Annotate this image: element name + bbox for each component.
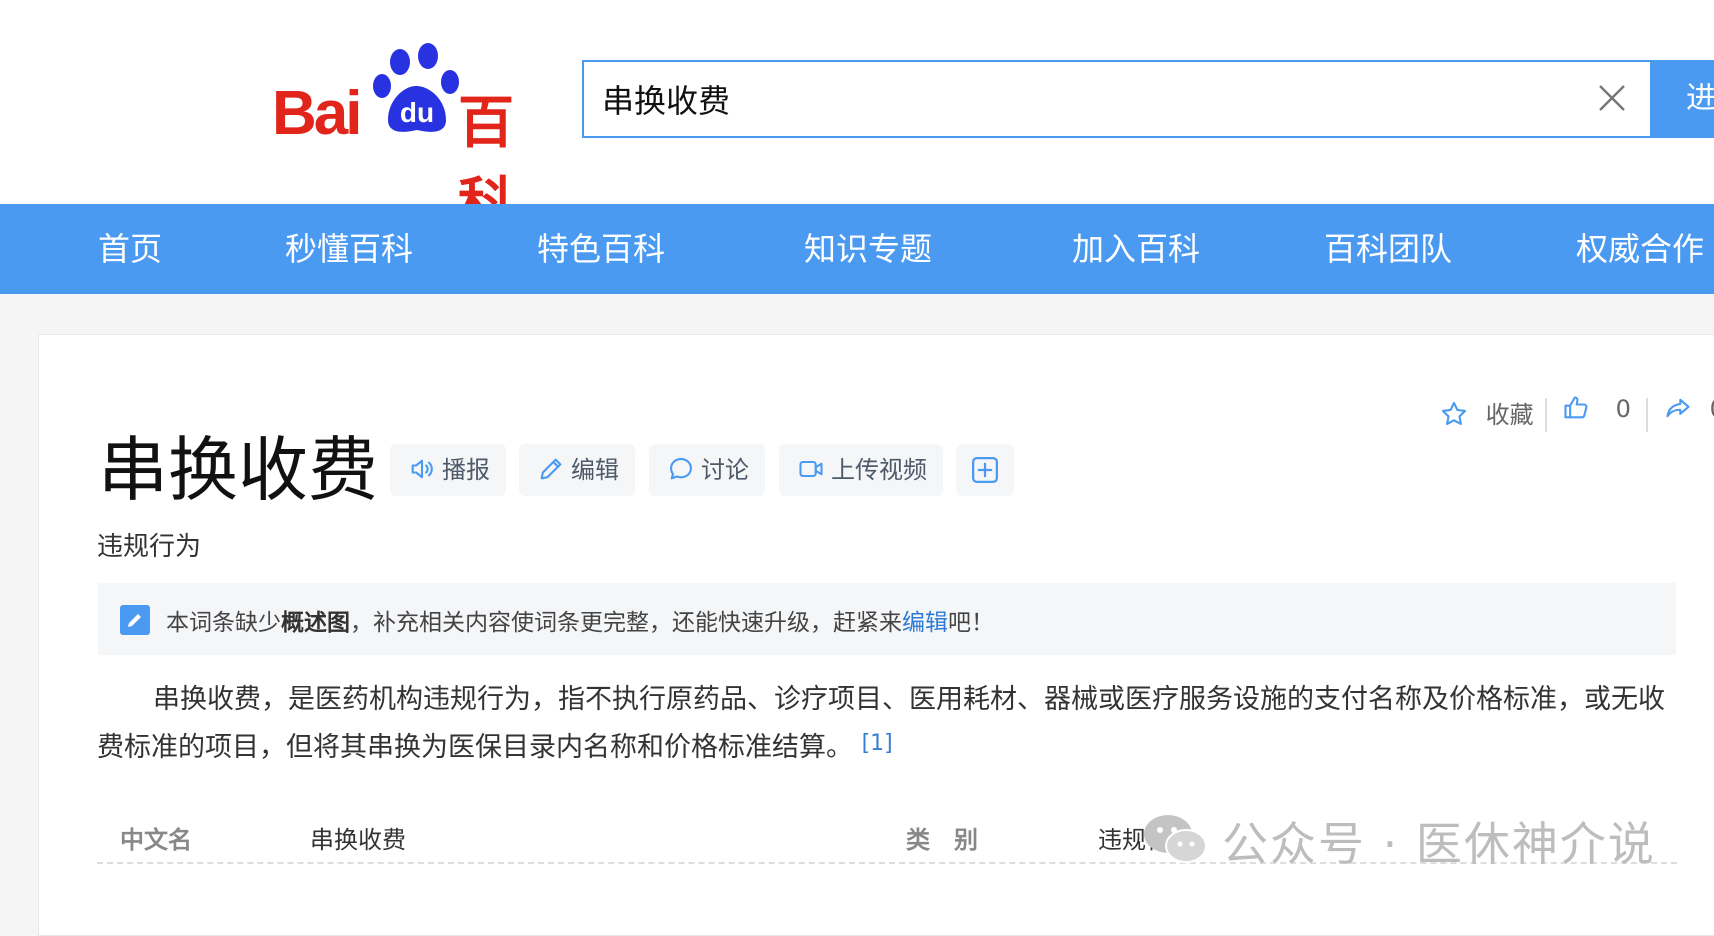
chat-icon: [670, 458, 692, 480]
notice-text: 本词条缺少概述图，补充相关内容使词条更完整，还能快速升级，赶紧来编辑吧！: [166, 603, 994, 637]
nav-item-team[interactable]: 百科团队: [1324, 204, 1452, 294]
nav-item-join[interactable]: 加入百科: [1072, 204, 1200, 294]
like-button[interactable]: 0: [1562, 395, 1631, 435]
edit-label: 编辑: [571, 456, 619, 484]
main-nav: 首页 秒懂百科 特色百科 知识专题 加入百科 百科团队 权威合作: [0, 204, 1714, 294]
close-icon[interactable]: [1594, 80, 1630, 116]
discuss-label: 讨论: [701, 456, 749, 484]
info-value-name: 串换收费: [310, 826, 406, 854]
info-label-name: 中文名: [120, 826, 192, 854]
nav-item-topics[interactable]: 知识专题: [804, 204, 932, 294]
watermark-text: 公众号 · 医休神介说: [1222, 817, 1656, 871]
share-icon: [1666, 398, 1690, 418]
logo-du: du: [400, 97, 434, 128]
add-button[interactable]: [956, 444, 1014, 496]
favorite-label: 收藏: [1485, 401, 1534, 429]
notice-before: 本词条缺少: [166, 610, 281, 636]
header: Bai du 百科 进入词条: [0, 0, 1714, 237]
video-camera-icon: [799, 460, 823, 478]
divider: [1646, 398, 1648, 432]
share-button[interactable]: 0: [1664, 395, 1714, 435]
baidu-baike-logo[interactable]: Bai du 百科: [270, 40, 560, 237]
search-box: [582, 60, 1652, 138]
entry-title: 串换收费: [98, 429, 378, 511]
enter-entry-button[interactable]: 进入词条: [1652, 60, 1714, 138]
like-count: 0: [1615, 395, 1631, 423]
plus-square-icon: [972, 457, 998, 483]
wechat-icon: [1144, 815, 1207, 863]
paw-icon: du: [373, 43, 459, 132]
notice-middle: ，补充相关内容使词条更完整，还能快速升级，赶紧来: [350, 610, 902, 636]
upload-video-button[interactable]: 上传视频: [779, 444, 943, 496]
nav-item-home[interactable]: 首页: [98, 204, 162, 294]
divider: [1545, 398, 1547, 432]
upload-video-label: 上传视频: [831, 456, 927, 484]
citation-link[interactable]: [1]: [862, 731, 893, 756]
nav-item-cooperation[interactable]: 权威合作: [1576, 204, 1704, 294]
nav-item-miaodong[interactable]: 秒懂百科: [285, 204, 413, 294]
search-input[interactable]: [602, 76, 1542, 122]
edit-note-icon: [120, 605, 150, 635]
entry-subtitle: 违规行为: [97, 532, 202, 562]
notice-after: 吧！: [948, 610, 994, 636]
speaker-icon: [411, 459, 433, 479]
notice-edit-link[interactable]: 编辑: [902, 610, 948, 636]
edit-button[interactable]: 编辑: [519, 444, 635, 496]
share-count: 0: [1710, 395, 1714, 423]
favorite-button[interactable]: 收藏: [1440, 395, 1534, 435]
info-label-category: 类 别: [906, 826, 978, 854]
broadcast-button[interactable]: 播报: [390, 444, 506, 496]
pencil-icon: [540, 458, 562, 480]
nav-item-featured[interactable]: 特色百科: [537, 204, 665, 294]
broadcast-label: 播报: [442, 456, 490, 484]
notice-bold: 概述图: [281, 610, 350, 636]
star-icon: [1441, 401, 1467, 425]
discuss-button[interactable]: 讨论: [649, 444, 765, 496]
summary-paragraph: 串换收费，是医药机构违规行为，指不执行原药品、诊疗项目、医用耗材、器械或医疗服务…: [97, 676, 1677, 772]
notice-banner: 本词条缺少概述图，补充相关内容使词条更完整，还能快速升级，赶紧来编辑吧！: [98, 583, 1676, 655]
thumbs-up-icon: [1564, 396, 1588, 419]
logo-latin: Bai: [272, 79, 363, 148]
